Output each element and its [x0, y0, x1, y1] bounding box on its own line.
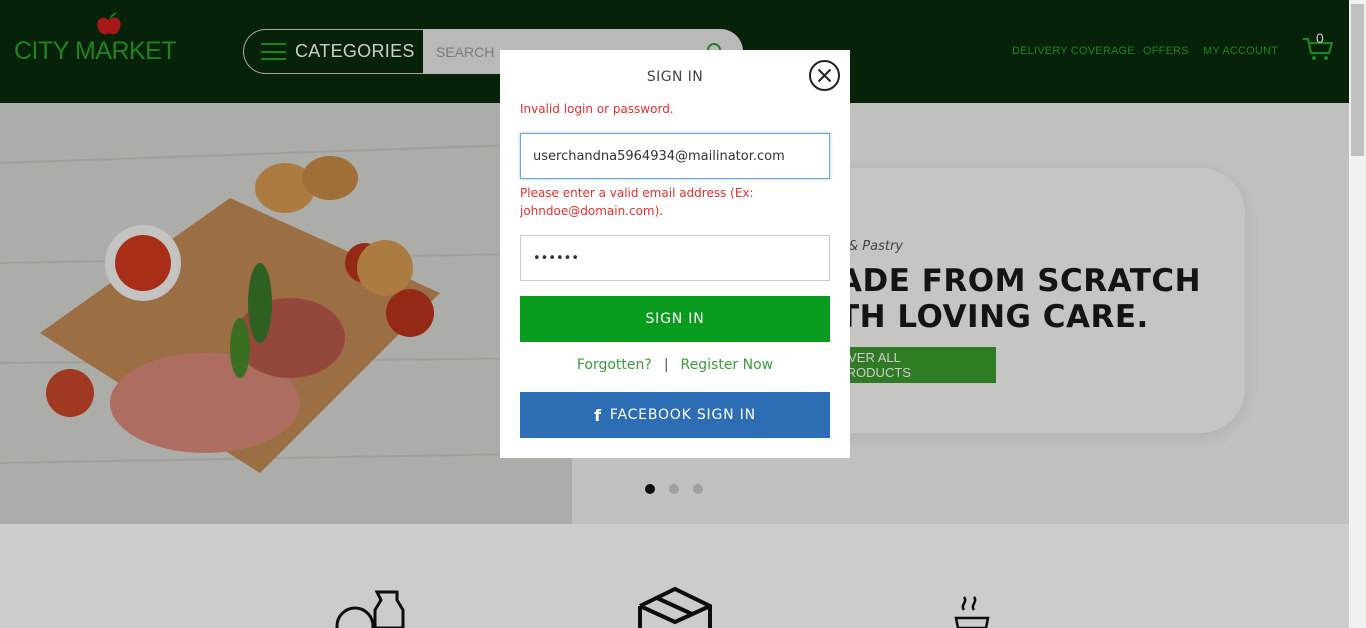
account-links: Forgotten? | Register Now [500, 357, 850, 373]
login-error-message: Invalid login or password. [520, 102, 674, 116]
register-now-link[interactable]: Register Now [681, 357, 774, 373]
sign-in-button[interactable]: SIGN IN [520, 296, 830, 342]
close-icon [817, 68, 832, 83]
facebook-sign-in-label: FACEBOOK SIGN IN [609, 407, 756, 423]
facebook-icon: f [594, 405, 602, 425]
facebook-sign-in-button[interactable]: f FACEBOOK SIGN IN [520, 392, 830, 438]
email-error-message: Please enter a valid email address (Ex: … [520, 186, 754, 218]
close-button[interactable] [809, 60, 840, 91]
modal-title: SIGN IN [646, 69, 704, 85]
link-separator: | [663, 357, 669, 373]
email-field[interactable] [520, 133, 830, 179]
sign-in-modal: SIGN IN Invalid login or password. Pleas… [500, 50, 850, 458]
password-field[interactable] [520, 235, 830, 281]
scrollbar-thumb[interactable] [1351, 4, 1364, 156]
forgotten-link[interactable]: Forgotten? [577, 357, 652, 373]
